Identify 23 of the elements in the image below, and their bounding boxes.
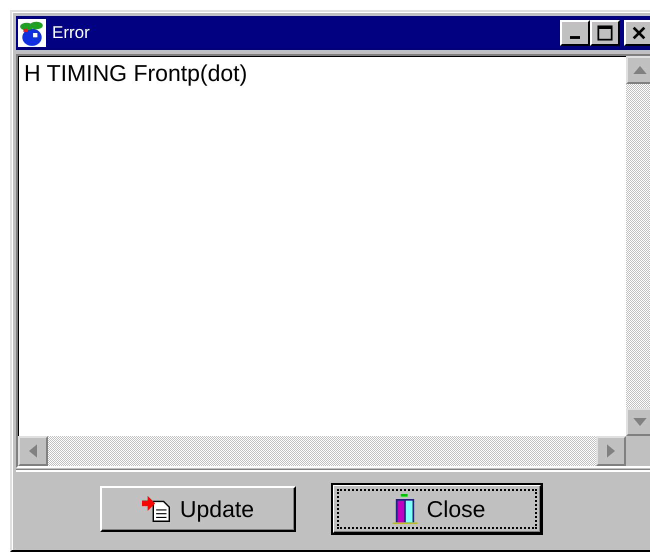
close-icon [631, 25, 647, 41]
down-arrow-icon [633, 418, 647, 426]
minimize-button[interactable] [560, 20, 590, 46]
dialog-button[interactable]: Close [332, 484, 542, 534]
right-arrow-icon [607, 444, 615, 458]
scroll-down-button[interactable] [626, 408, 650, 436]
scroll-up-button[interactable] [626, 56, 650, 84]
scrollbar-corner [626, 436, 650, 466]
window-title: Error [52, 23, 91, 43]
left-arrow-icon [29, 444, 37, 458]
message-text: H TIMING Frontp(dot) [24, 60, 248, 86]
vertical-scrollbar[interactable] [626, 56, 650, 436]
horizontal-scrollbar[interactable] [18, 436, 626, 466]
up-arrow-icon [633, 66, 647, 74]
dialog-button[interactable]: Update [100, 486, 296, 532]
scroll-right-button[interactable] [596, 436, 626, 466]
app-icon [18, 19, 46, 47]
maximize-icon [597, 25, 613, 41]
minimize-icon [570, 36, 580, 39]
maximize-button[interactable] [590, 20, 620, 46]
close-button[interactable] [624, 20, 650, 46]
scroll-left-button[interactable] [18, 436, 48, 466]
message-box[interactable]: H TIMING Frontp(dot) [16, 54, 650, 468]
